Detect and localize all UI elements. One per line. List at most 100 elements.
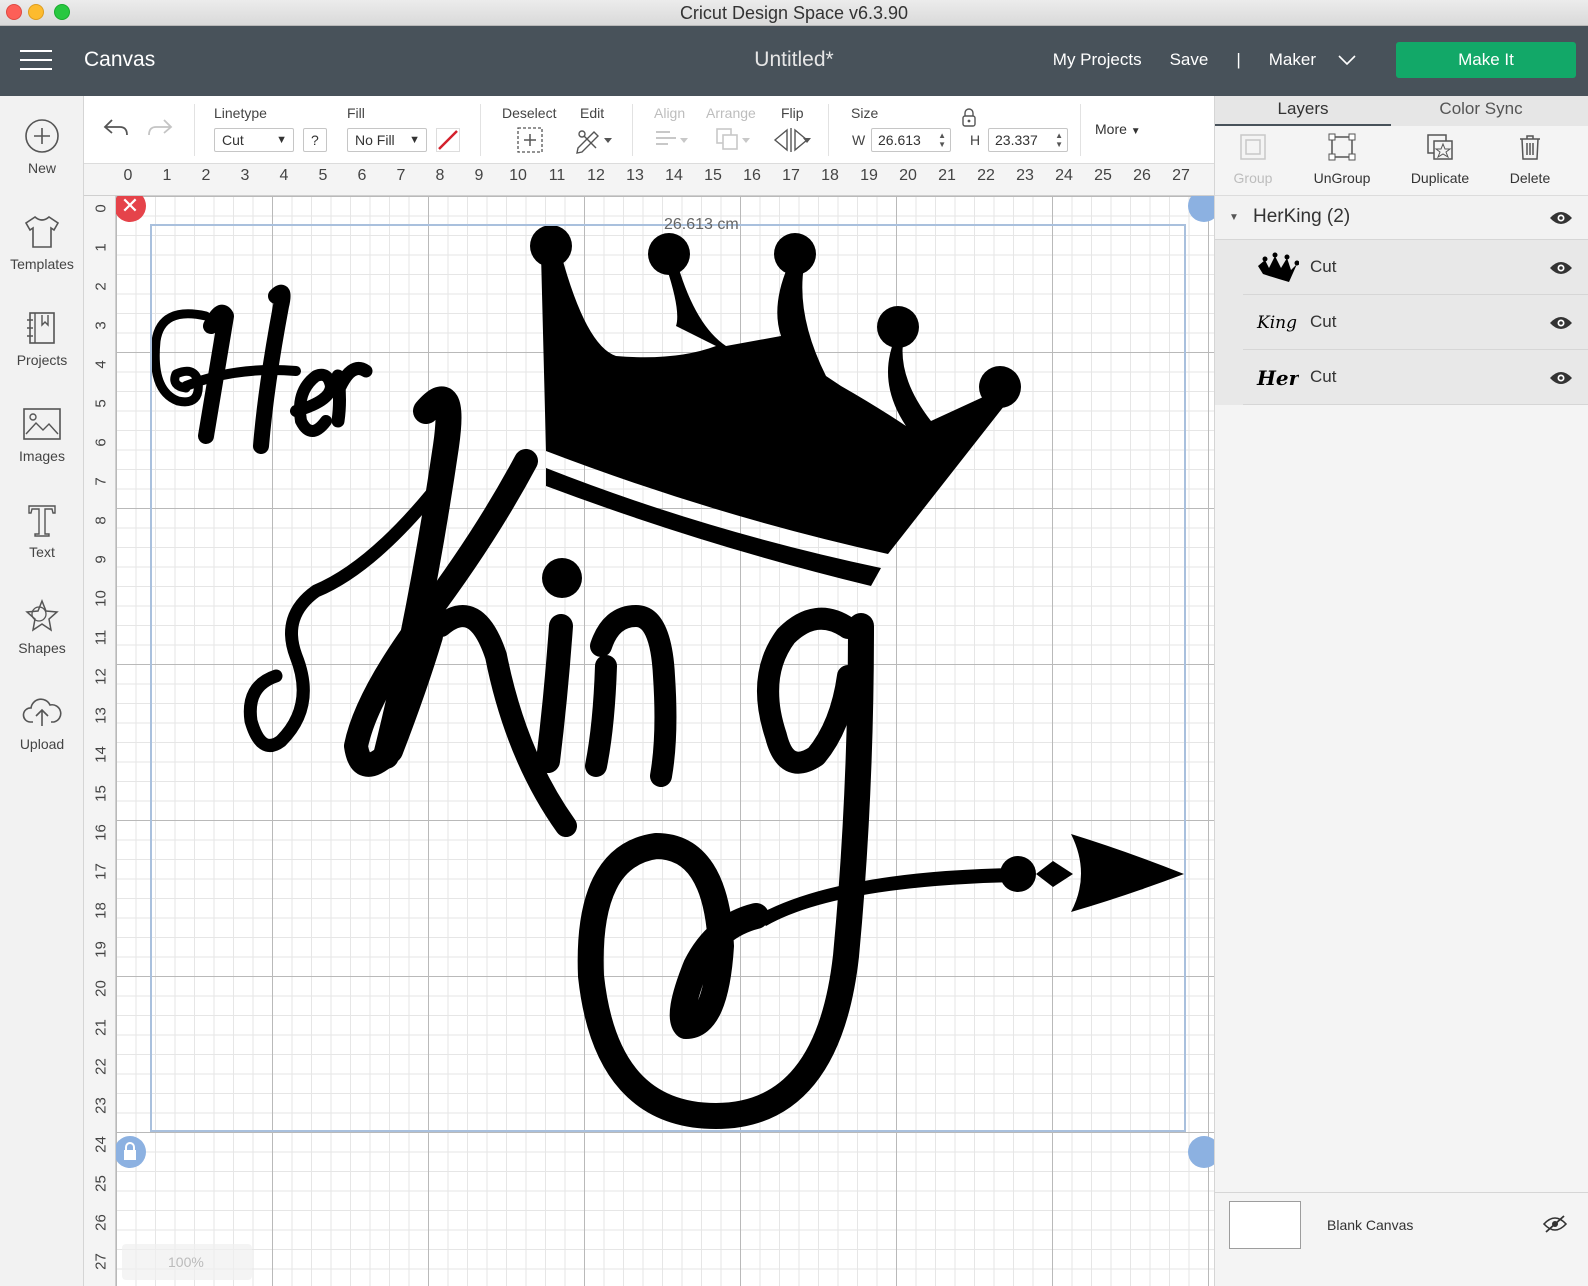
ruler-tick-label: 3 [240, 167, 250, 184]
toolbar-divider [194, 104, 195, 156]
group-name: HerKing (2) [1253, 206, 1351, 227]
spinner-icon[interactable]: ▲ ▼ [1055, 131, 1063, 149]
ruler-tick-label: 21 [92, 1019, 110, 1036]
section-title: Canvas [84, 48, 156, 71]
ungroup-button[interactable]: UnGroup [1297, 132, 1387, 186]
nav-templates[interactable]: Templates [0, 214, 84, 304]
ungroup-label: UnGroup [1313, 170, 1371, 186]
layer-row[interactable]: King Cut [1243, 295, 1588, 350]
ruler-tick-label: 16 [743, 167, 761, 184]
fill-value: No Fill [355, 132, 395, 148]
redo-icon[interactable] [146, 116, 174, 140]
tshirt-icon [24, 215, 60, 248]
layer-name: Cut [1310, 367, 1337, 386]
toolbar-divider [1080, 104, 1081, 156]
ruler-tick-label: 10 [92, 590, 110, 607]
ruler-tick-label: 14 [92, 746, 110, 763]
ruler-tick-label: 13 [626, 167, 644, 184]
ruler-tick-label: 7 [92, 477, 110, 486]
nav-text[interactable]: Text [0, 502, 84, 592]
header-separator: | [1236, 50, 1241, 69]
ruler-vertical: 0 1 2 3 4 5 6 7 8 9 10 11 12 13 14 15 16 17 18 19 20 21 22 23 24… [84, 196, 116, 1286]
eye-icon[interactable] [1549, 210, 1573, 226]
width-input[interactable]: 26.613 ▲ ▼ [871, 128, 951, 152]
selection-box[interactable]: 26.613 cm [150, 216, 1186, 1132]
ruler-tick-label: 20 [899, 167, 917, 184]
eye-icon[interactable] [1549, 370, 1573, 386]
lock-handle-icon[interactable] [116, 1136, 146, 1168]
layers-panel: Layers Color Sync Group UnGroup Duplicat… [1214, 96, 1588, 1286]
projects-icon [27, 312, 55, 344]
ruler-tick-label: 23 [92, 1097, 110, 1114]
layer-row[interactable]: Her Cut [1243, 350, 1588, 405]
linetype-help-button[interactable]: ? [303, 128, 327, 152]
deselect-icon[interactable] [516, 126, 544, 154]
ruler-tick-label: 27 [92, 1253, 110, 1270]
ruler-tick-label: 21 [938, 167, 956, 184]
canvas-color-swatch[interactable] [1229, 1201, 1301, 1249]
design-canvas[interactable]: 26.613 cm ✕ 100% [116, 196, 1214, 1286]
undo-icon[interactable] [102, 116, 130, 140]
ruler-tick-label: 11 [92, 629, 110, 646]
crown-thumbnail-icon [1258, 252, 1299, 282]
tab-color-sync[interactable]: Color Sync [1393, 96, 1569, 126]
height-letter: H [970, 132, 981, 148]
group-button[interactable]: Group [1208, 132, 1298, 186]
image-icon [23, 408, 61, 440]
blank-canvas-row[interactable]: Blank Canvas [1215, 1192, 1588, 1262]
delete-button[interactable]: Delete [1485, 132, 1575, 186]
hamburger-menu-icon[interactable] [20, 50, 52, 72]
nav-label: Text [29, 544, 55, 560]
dimension-label: 26.613 cm [664, 216, 739, 233]
layer-row[interactable]: Cut [1243, 240, 1588, 295]
make-it-button[interactable]: Make It [1396, 42, 1576, 78]
group-label: Group [1233, 170, 1273, 186]
zoom-control[interactable]: 100% [122, 1244, 252, 1280]
resize-handle-icon[interactable] [1188, 1136, 1214, 1168]
ruler-tick-label: 8 [92, 516, 110, 525]
spinner-icon[interactable]: ▲ ▼ [938, 131, 946, 149]
eye-hidden-icon[interactable] [1543, 1215, 1567, 1233]
ruler-tick-label: 4 [92, 360, 110, 369]
nav-label: Upload [19, 736, 65, 752]
layer-group-row[interactable]: ▼ HerKing (2) [1215, 196, 1588, 240]
nav-projects[interactable]: Projects [0, 310, 84, 400]
ruler-tick-label: 18 [821, 167, 839, 184]
upload-cloud-icon [22, 698, 62, 726]
ruler-tick-label: 19 [860, 167, 878, 184]
ruler-tick-label: 2 [92, 282, 110, 291]
edit-scissors-pen-icon[interactable] [574, 126, 614, 154]
nav-images[interactable]: Images [0, 406, 84, 496]
linetype-select[interactable]: Cut ▼ [214, 128, 294, 152]
ruler-tick-label: 26 [1133, 167, 1151, 184]
ruler-tick-label: 13 [92, 707, 110, 724]
my-projects-link[interactable]: My Projects [1053, 50, 1142, 70]
toolbar-divider [632, 104, 633, 156]
ruler-tick-label: 26 [92, 1214, 110, 1231]
text-icon [28, 505, 56, 537]
document-title[interactable]: Untitled* [754, 48, 833, 71]
height-input[interactable]: 23.337 ▲ ▼ [988, 128, 1068, 152]
ruler-tick-label: 27 [1172, 167, 1190, 184]
ruler-tick-label: 12 [587, 167, 605, 184]
ungroup-icon [1328, 133, 1356, 161]
fill-select[interactable]: No Fill ▼ [347, 128, 427, 152]
eye-icon[interactable] [1549, 315, 1573, 331]
ruler-tick-label: 9 [92, 555, 110, 564]
eye-icon[interactable] [1549, 260, 1573, 276]
nav-shapes[interactable]: Shapes [0, 598, 84, 688]
flip-icon[interactable] [772, 126, 812, 154]
nav-upload[interactable]: Upload [0, 694, 84, 784]
caret-down-icon[interactable]: ▼ [1229, 212, 1239, 223]
duplicate-button[interactable]: Duplicate [1395, 132, 1485, 186]
machine-select[interactable]: Maker [1269, 50, 1356, 70]
ruler-tick-label: 22 [977, 167, 995, 184]
nav-new[interactable]: New [0, 118, 84, 208]
edit-toolbar: Linetype Cut ▼ ? Fill No Fill ▼ Deselect E… [84, 96, 1214, 164]
more-menu[interactable]: More ▼ [1095, 121, 1141, 137]
save-button[interactable]: Save [1170, 50, 1209, 70]
fill-swatch-none-icon[interactable] [436, 128, 460, 152]
tab-layers[interactable]: Layers [1215, 96, 1391, 126]
lock-icon[interactable] [960, 108, 978, 128]
svg-text:Her: Her [1256, 366, 1299, 390]
